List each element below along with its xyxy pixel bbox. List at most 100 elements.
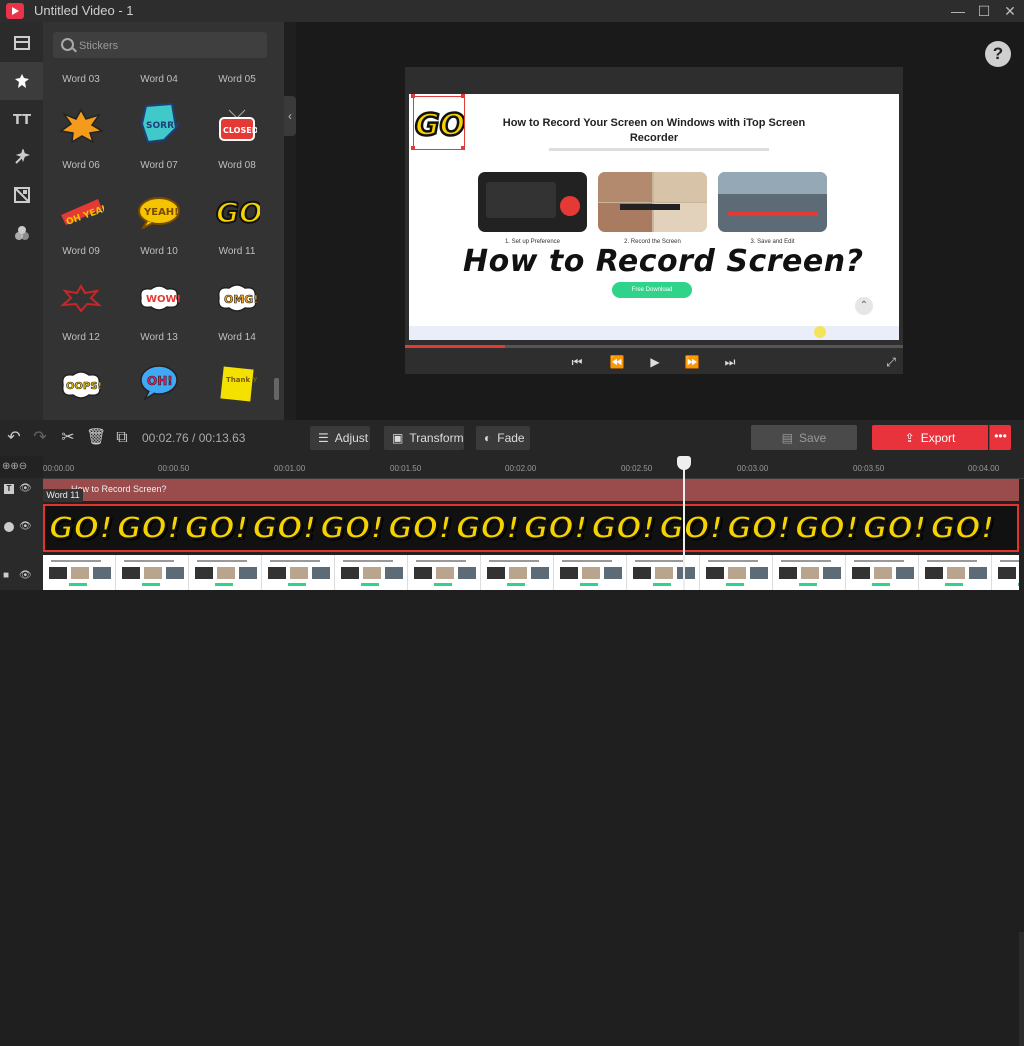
text-clip-label: How to Record Screen? xyxy=(71,484,167,494)
sticker-frame-tile: GO! xyxy=(794,510,860,547)
sticker-frame-tile: GO! xyxy=(387,510,453,547)
rail-stickers[interactable] xyxy=(0,62,43,100)
close-icon[interactable]: ✕ xyxy=(1000,1,1020,21)
video-frame-thumbnail xyxy=(335,555,408,590)
ruler-tick: 00:03.00 xyxy=(737,464,769,473)
sticker-track-clip[interactable]: GO! GO! GO! GO! GO! GO! GO! GO! GO! GO! GO! GO! GO! G… xyxy=(43,504,1019,552)
adjust-button[interactable]: ☰ Adjust xyxy=(310,426,370,450)
rewind-icon[interactable]: ⏪ xyxy=(607,353,627,371)
fade-icon: ◐ xyxy=(484,431,492,445)
collapse-panel-button[interactable]: ‹ xyxy=(284,96,296,136)
visibility-eye-icon[interactable]: 👁 xyxy=(19,483,32,494)
video-frame-thumbnail xyxy=(116,555,189,590)
sticker-word-11[interactable]: GO! xyxy=(207,186,267,234)
sticker-label: Word 13 xyxy=(140,332,178,343)
resize-handle[interactable] xyxy=(461,146,465,150)
sticker-search xyxy=(53,32,267,58)
resize-handle[interactable] xyxy=(411,94,415,98)
play-icon[interactable]: ▶ xyxy=(645,353,665,371)
oh-sticker-icon: OH! xyxy=(140,365,178,401)
overlay-title-text[interactable]: How to Record Screen? xyxy=(463,244,863,279)
sticker-word-06[interactable] xyxy=(51,102,111,150)
sticker-panel: Word 03 Word 04 Word 05 SORRY CLOSED Wor… xyxy=(43,22,284,420)
step-thumbnail xyxy=(718,172,827,232)
undo-icon[interactable]: ↶ xyxy=(4,428,24,448)
crop-icon[interactable]: ⧉ xyxy=(112,428,132,448)
export-button[interactable]: ⇪ Export xyxy=(872,425,988,450)
sticker-word-07[interactable]: SORRY xyxy=(129,100,189,148)
fade-button[interactable]: ◐ Fade xyxy=(476,426,530,450)
splat-sticker-icon xyxy=(60,283,102,313)
skip-end-icon[interactable]: ⏭ xyxy=(720,353,740,371)
go-sticker-overlay[interactable]: GO! xyxy=(411,94,480,150)
preview-canvas[interactable]: How to Record Your Screen on Windows wit… xyxy=(409,94,899,340)
ruler-tick: 00:02.50 xyxy=(621,464,653,473)
sticker-label: Word 14 xyxy=(218,332,256,343)
svg-text:OH!: OH! xyxy=(147,374,173,388)
video-track-clip[interactable] xyxy=(43,555,1019,590)
video-frame-thumbnail xyxy=(262,555,335,590)
page-heading: How to Record Your Screen on Windows wit… xyxy=(502,117,806,144)
sticker-label: Word 03 xyxy=(62,74,100,85)
time-ruler[interactable]: 00:00.00 00:00.50 00:01.00 00:01.50 00:0… xyxy=(43,456,1024,479)
sticker-frame-tile: GO! xyxy=(862,510,928,547)
panel-scrollbar[interactable] xyxy=(274,378,279,400)
search-icon xyxy=(61,38,74,51)
rail-text[interactable]: TT xyxy=(0,100,43,138)
export-more-button[interactable]: ••• xyxy=(989,425,1011,450)
sticker-label: Word 07 xyxy=(140,160,178,171)
scroll-top-icon: ⌃ xyxy=(855,297,873,315)
rail-effects[interactable] xyxy=(0,138,43,176)
playhead-handle[interactable] xyxy=(677,456,691,470)
timeline-scrollbar[interactable] xyxy=(1019,932,1024,1046)
oops-sticker-icon: OOPS! xyxy=(61,371,102,399)
fast-forward-icon[interactable]: ⏩ xyxy=(682,353,702,371)
svg-text:GO!: GO! xyxy=(216,196,260,229)
page-subtitle xyxy=(549,148,769,151)
video-frame-thumbnail xyxy=(919,555,992,590)
sticker-word-16[interactable]: OH! xyxy=(129,358,189,406)
timeline-zoom-controls[interactable]: ⊕⊕⊖ xyxy=(2,461,27,472)
sticker-word-09[interactable]: OH YEAH xyxy=(51,188,111,236)
skip-start-icon[interactable]: ⏮ xyxy=(567,353,587,371)
minimize-icon[interactable]: — xyxy=(948,1,968,21)
playhead[interactable] xyxy=(683,458,685,590)
sticker-clip-tooltip: Word 11 xyxy=(43,489,83,502)
cut-icon[interactable]: ✂ xyxy=(58,428,78,448)
search-input[interactable] xyxy=(77,35,261,57)
rail-media[interactable] xyxy=(0,24,43,62)
text-track-clip[interactable]: How to Record Screen? xyxy=(43,479,1019,501)
sticker-word-13[interactable]: WOW! xyxy=(129,274,189,322)
playback-progress-bar[interactable] xyxy=(405,345,903,348)
sticker-frame-tile: GO! xyxy=(523,510,589,547)
redo-icon[interactable]: ↷ xyxy=(30,428,50,448)
rail-transitions[interactable] xyxy=(0,176,43,214)
help-icon[interactable]: ? xyxy=(985,41,1011,67)
delete-icon[interactable]: 🗑 xyxy=(86,428,106,448)
rail-filters[interactable] xyxy=(0,214,43,252)
svg-text:OOPS!: OOPS! xyxy=(66,381,102,392)
transform-button[interactable]: ▣ Transform xyxy=(384,426,464,450)
sticker-word-08[interactable]: CLOSED xyxy=(207,102,267,150)
sticker-word-10[interactable]: YEAH! xyxy=(129,188,189,236)
sticker-label: Word 06 xyxy=(62,160,100,171)
resize-handle[interactable] xyxy=(411,146,415,150)
maximize-icon[interactable]: ☐ xyxy=(974,1,994,21)
resize-handle[interactable] xyxy=(461,94,465,98)
fullscreen-icon[interactable]: ⤢ xyxy=(881,353,901,371)
sticker-frame-tile: GO! xyxy=(116,510,182,547)
visibility-eye-icon[interactable]: 👁 xyxy=(19,521,32,532)
sticker-frame-tile: GO! xyxy=(455,510,521,547)
sticker-label: Word 12 xyxy=(62,332,100,343)
sticker-frame-tile: GO! xyxy=(658,510,724,547)
save-label: Save xyxy=(798,430,827,445)
save-button[interactable]: ▤ Save xyxy=(751,425,857,450)
sticker-word-14[interactable]: OMG! xyxy=(207,274,267,322)
sticker-word-12[interactable] xyxy=(51,274,111,322)
sliders-icon: ☰ xyxy=(318,431,329,445)
sticker-word-17[interactable]: Thank You! xyxy=(207,360,267,408)
video-track-icon: ■ xyxy=(3,570,10,581)
visibility-eye-icon[interactable]: 👁 xyxy=(19,570,32,581)
video-frame-thumbnail xyxy=(846,555,919,590)
sticker-word-15[interactable]: OOPS! xyxy=(51,360,111,408)
